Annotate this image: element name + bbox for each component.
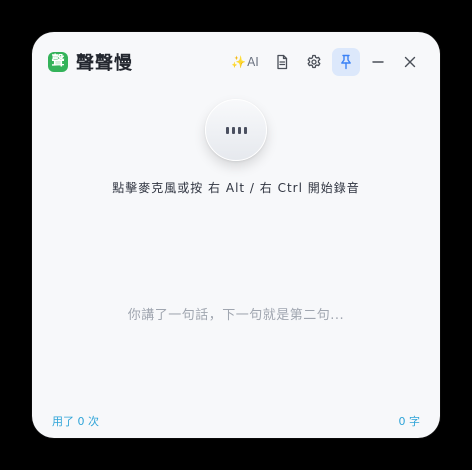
app-title: 聲聲慢 — [76, 53, 133, 74]
waveform-bar — [225, 126, 229, 134]
usage-count: 用了 0 次 — [52, 415, 99, 428]
ai-button[interactable]: ✨ AI — [226, 48, 264, 76]
gear-icon — [306, 54, 322, 70]
settings-button[interactable] — [300, 48, 328, 76]
document-icon — [274, 54, 290, 70]
close-button[interactable] — [396, 48, 424, 76]
sparkle-icon: ✨ — [231, 55, 247, 69]
transcript-placeholder: 你講了一句話，下一句就是第二句... — [127, 308, 345, 323]
pin-icon — [338, 54, 354, 70]
close-icon — [402, 54, 418, 70]
waveform-bar — [243, 126, 247, 134]
character-count: 0 字 — [398, 415, 421, 428]
minimize-button[interactable] — [364, 48, 392, 76]
app-window: 聲 聲聲慢 ✨ AI 點擊麥克風或按 右 Alt / 右 Ctrl 開始錄音 你… — [32, 32, 440, 438]
record-hint: 點擊麥克風或按 右 Alt / 右 Ctrl 開始錄音 — [112, 181, 360, 195]
waveform-icon — [206, 100, 266, 160]
waveform-bar — [231, 126, 235, 134]
ai-button-label: AI — [247, 55, 259, 69]
titlebar: 聲 聲聲慢 ✨ AI — [32, 32, 440, 92]
waveform-bar — [237, 126, 241, 134]
app-logo-icon: 聲 — [48, 52, 68, 72]
pin-button[interactable] — [332, 48, 360, 76]
document-button[interactable] — [268, 48, 296, 76]
minimize-icon — [370, 54, 386, 70]
microphone-button[interactable] — [205, 99, 267, 161]
